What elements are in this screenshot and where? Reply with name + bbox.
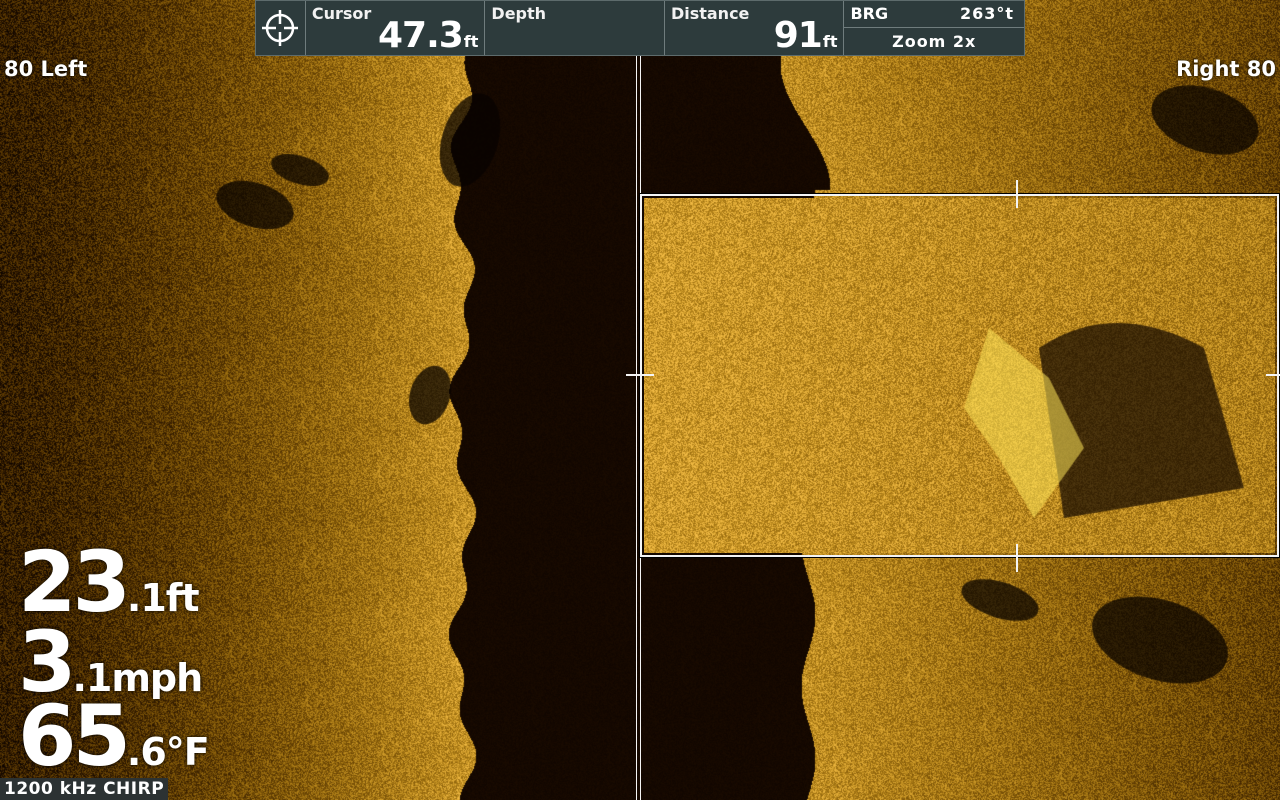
zoom-box-left-tick [626, 374, 654, 376]
temperature-fraction: .6°F [126, 730, 210, 774]
range-left-label: 80 Left [4, 57, 88, 81]
cursor-unit: ft [463, 32, 479, 51]
depth-digits-whole: 23 [18, 533, 131, 631]
cursor-target-button[interactable] [256, 1, 306, 55]
bearing-zoom-readout: BRG 263°t Zoom 2x [844, 1, 1024, 55]
depth-readout: Depth [485, 1, 665, 55]
crosshair-target-icon [262, 10, 299, 46]
cursor-label: Cursor [311, 4, 372, 23]
distance-label: Distance [670, 4, 750, 23]
cursor-value: 47.3 [377, 15, 464, 56]
zoom-box-top-tick [1016, 180, 1018, 208]
bearing-value: 263°t [959, 4, 1014, 23]
frequency-label: 1200 kHz CHIRP [0, 778, 169, 800]
distance-readout: Distance 91 ft [665, 1, 845, 55]
range-right-label: Right 80 [1176, 57, 1276, 81]
depth-digits-fraction: .1ft [126, 576, 200, 620]
temperature-whole: 65 [18, 687, 131, 785]
zoom-box-right-tick [1266, 374, 1280, 376]
zoom-preview-image [644, 198, 1275, 553]
distance-unit: ft [822, 32, 838, 51]
distance-value: 91 [773, 15, 823, 56]
depth-digits-readout: 23 .1ft [18, 533, 200, 631]
depth-label: Depth [491, 4, 547, 23]
boat-track-centerline [636, 56, 637, 800]
bearing-label: BRG [850, 4, 889, 23]
temperature-readout: 65 .6°F [18, 687, 210, 785]
zoom-level: Zoom 2x [892, 32, 977, 51]
data-bar: Cursor 47.3 ft Depth Distance 91 ft BRG … [255, 0, 1025, 56]
zoom-box-bottom-tick [1016, 544, 1018, 572]
cursor-readout: Cursor 47.3 ft [306, 1, 486, 55]
